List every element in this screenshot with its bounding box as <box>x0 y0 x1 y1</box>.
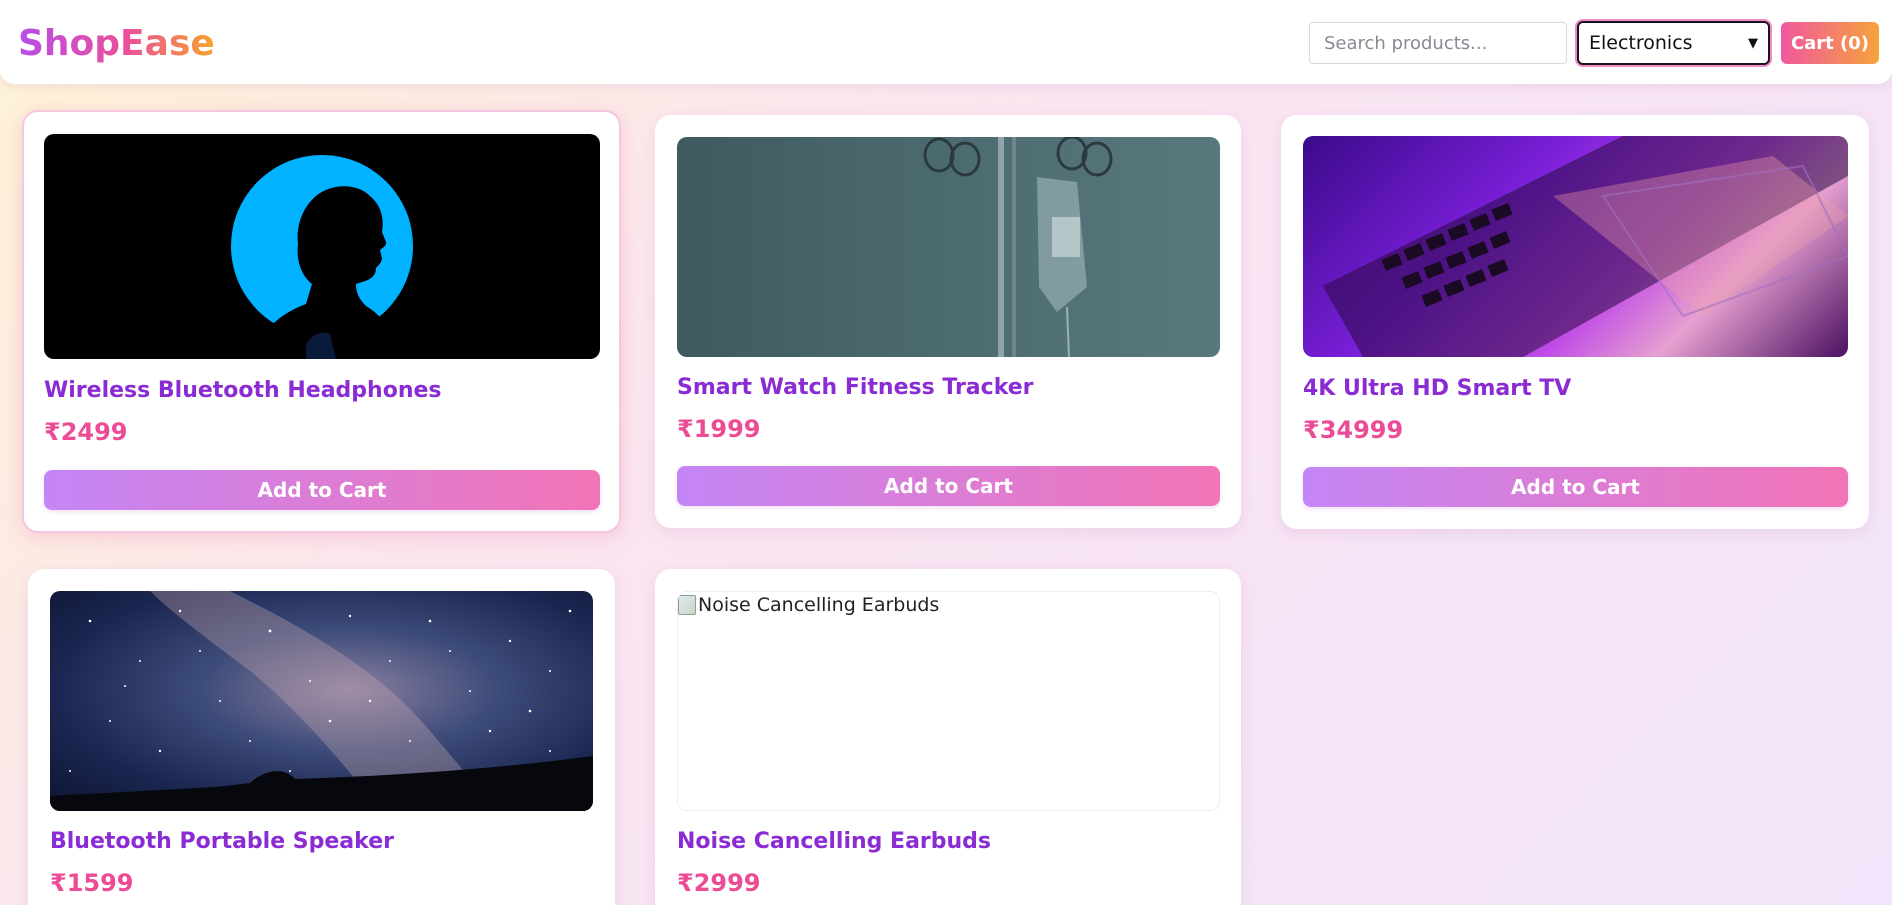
product-price: ₹1599 <box>50 869 134 897</box>
add-to-cart-button[interactable]: Add to Cart <box>1303 467 1848 507</box>
image-alt-text: Noise Cancelling Earbuds <box>698 594 940 616</box>
product-image <box>1303 136 1848 357</box>
product-card: 4K Ultra HD Smart TV ₹34999 Add to Cart <box>1281 115 1869 529</box>
category-select-value: Electronics <box>1589 32 1693 54</box>
product-price: ₹2499 <box>44 418 128 446</box>
product-title[interactable]: Smart Watch Fitness Tracker <box>677 375 1034 400</box>
product-card: Wireless Bluetooth Headphones ₹2499 Add … <box>22 110 621 533</box>
broken-image-placeholder: Noise Cancelling Earbuds <box>678 594 939 616</box>
product-price: ₹2999 <box>677 869 761 897</box>
product-image <box>44 134 600 359</box>
product-title[interactable]: Wireless Bluetooth Headphones <box>44 378 442 403</box>
product-price: ₹34999 <box>1303 416 1404 444</box>
product-card: Bluetooth Portable Speaker ₹1599 <box>28 569 615 905</box>
search-input[interactable] <box>1309 22 1567 64</box>
top-header: ShopEase Electronics ▼ Cart (0) <box>0 0 1892 84</box>
add-to-cart-button[interactable]: Add to Cart <box>677 466 1220 506</box>
product-title[interactable]: 4K Ultra HD Smart TV <box>1303 376 1571 401</box>
chevron-down-icon: ▼ <box>1748 35 1758 51</box>
product-title[interactable]: Noise Cancelling Earbuds <box>677 829 991 854</box>
product-image: Noise Cancelling Earbuds <box>677 591 1220 811</box>
category-select[interactable]: Electronics ▼ <box>1577 21 1770 65</box>
product-card: Smart Watch Fitness Tracker ₹1999 Add to… <box>655 115 1241 528</box>
product-title[interactable]: Bluetooth Portable Speaker <box>50 829 394 854</box>
shopease-logo[interactable]: ShopEase <box>18 20 215 68</box>
product-price: ₹1999 <box>677 415 761 443</box>
product-image <box>50 591 593 811</box>
broken-image-icon <box>678 595 696 615</box>
add-to-cart-button[interactable]: Add to Cart <box>44 470 600 510</box>
product-card: Noise Cancelling Earbuds Noise Cancellin… <box>655 569 1241 905</box>
cart-button[interactable]: Cart (0) <box>1781 22 1879 64</box>
product-image <box>677 137 1220 357</box>
